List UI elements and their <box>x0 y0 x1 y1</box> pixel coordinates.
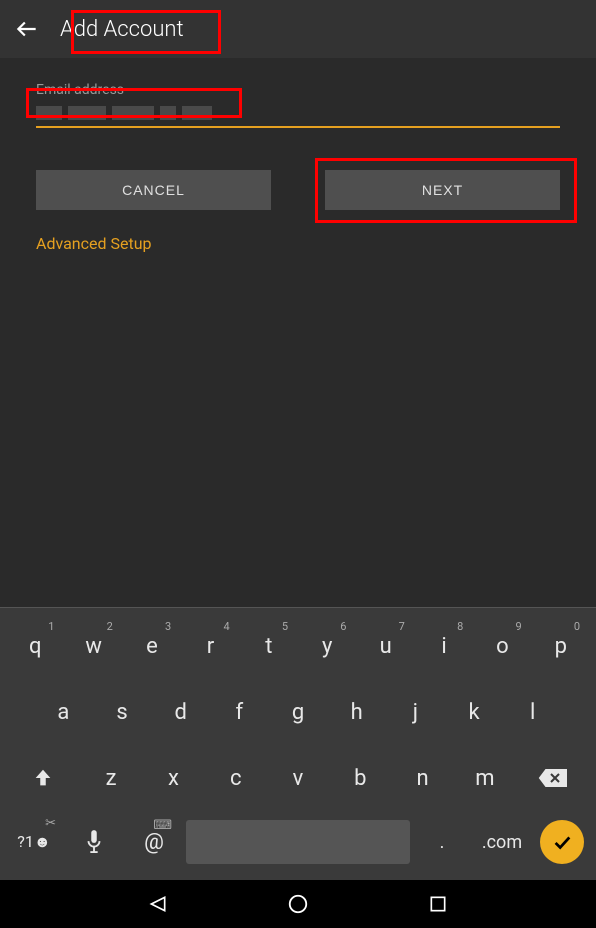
symbols-key[interactable]: ✂ ?1☻ <box>6 814 62 870</box>
page-title: Add Account <box>60 17 184 42</box>
key-p[interactable]: 0p <box>534 616 588 676</box>
key-i[interactable]: 8i <box>417 616 471 676</box>
redacted-text <box>182 106 212 120</box>
key-z[interactable]: z <box>82 748 140 808</box>
key-u[interactable]: 7u <box>358 616 412 676</box>
nav-recents-icon[interactable] <box>423 889 453 919</box>
next-button[interactable]: NEXT <box>325 170 560 210</box>
key-g[interactable]: g <box>271 682 326 742</box>
key-o[interactable]: 9o <box>475 616 529 676</box>
key-m[interactable]: m <box>456 748 514 808</box>
key-s[interactable]: s <box>95 682 150 742</box>
keyboard-row-4: ✂ ?1☻ ⌨ @ . .com <box>0 814 596 880</box>
enter-icon <box>540 820 584 864</box>
period-key[interactable]: . <box>414 814 470 870</box>
key-k[interactable]: k <box>447 682 502 742</box>
key-a[interactable]: a <box>36 682 91 742</box>
key-c[interactable]: c <box>207 748 265 808</box>
soft-keyboard: 1q 2w 3e 4r 5t 6y 7u 8i 9o 0p a s d f g … <box>0 607 596 880</box>
key-b[interactable]: b <box>331 748 389 808</box>
key-f[interactable]: f <box>212 682 267 742</box>
redacted-text <box>36 106 62 120</box>
backspace-key[interactable] <box>518 748 588 808</box>
shift-key[interactable] <box>8 748 78 808</box>
dotcom-key[interactable]: .com <box>474 814 530 870</box>
key-l[interactable]: l <box>505 682 560 742</box>
nav-home-icon[interactable] <box>283 889 313 919</box>
key-r[interactable]: 4r <box>183 616 237 676</box>
key-t[interactable]: 5t <box>242 616 296 676</box>
keyboard-row-1: 1q 2w 3e 4r 5t 6y 7u 8i 9o 0p <box>0 616 596 676</box>
system-navbar <box>0 880 596 928</box>
redacted-text <box>160 106 176 120</box>
keyboard-row-3: z x c v b n m <box>0 748 596 808</box>
at-key[interactable]: ⌨ @ <box>126 814 182 870</box>
key-q[interactable]: 1q <box>8 616 62 676</box>
spacebar-key[interactable] <box>186 820 410 864</box>
key-d[interactable]: d <box>153 682 208 742</box>
mic-key[interactable] <box>66 814 122 870</box>
key-w[interactable]: 2w <box>66 616 120 676</box>
redacted-text <box>68 106 106 120</box>
key-y[interactable]: 6y <box>300 616 354 676</box>
app-header: Add Account <box>0 0 596 58</box>
key-v[interactable]: v <box>269 748 327 808</box>
nav-back-icon[interactable] <box>143 889 173 919</box>
key-x[interactable]: x <box>144 748 202 808</box>
keyboard-row-2: a s d f g h j k l <box>0 682 596 742</box>
key-e[interactable]: 3e <box>125 616 179 676</box>
key-h[interactable]: h <box>329 682 384 742</box>
enter-key[interactable] <box>534 814 590 870</box>
advanced-setup-link[interactable]: Advanced Setup <box>36 234 560 253</box>
cancel-button[interactable]: CANCEL <box>36 170 271 210</box>
form-area: Email address CANCEL NEXT Advanced Setup <box>0 58 596 253</box>
button-row: CANCEL NEXT <box>36 170 560 210</box>
email-label: Email address <box>36 82 560 98</box>
redacted-text <box>112 106 154 120</box>
key-j[interactable]: j <box>388 682 443 742</box>
email-field[interactable] <box>36 102 560 128</box>
back-arrow-icon[interactable] <box>12 14 42 44</box>
key-n[interactable]: n <box>393 748 451 808</box>
